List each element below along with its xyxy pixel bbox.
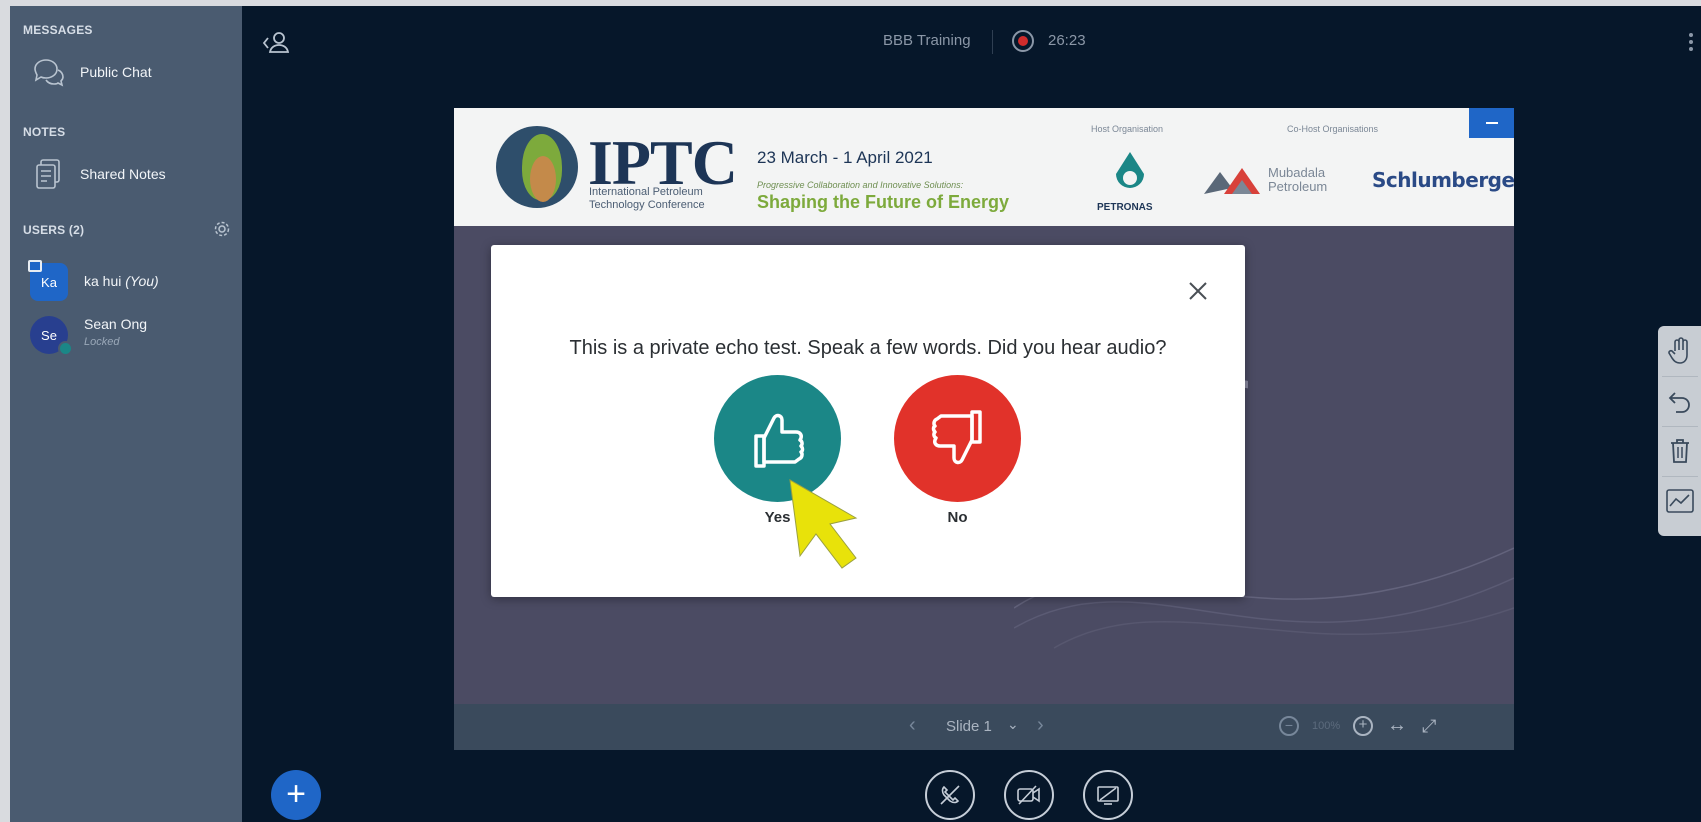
zoom-level: 100%: [1312, 720, 1341, 732]
public-chat-label: Public Chat: [80, 64, 152, 80]
toolbar-divider: [1662, 426, 1698, 427]
previous-slide-icon[interactable]: ‹: [909, 714, 916, 737]
next-slide-icon[interactable]: ›: [1037, 714, 1044, 737]
echo-yes-label: Yes: [764, 509, 791, 526]
headset-status-icon: [58, 341, 73, 356]
zoom-out-icon[interactable]: −: [1279, 716, 1299, 736]
share-webcam-button[interactable]: [1004, 770, 1054, 820]
options-menu-icon[interactable]: [1685, 30, 1697, 58]
meeting-title: BBB Training: [883, 32, 971, 49]
host-org-label: Host Organisation: [1091, 124, 1164, 134]
notes-icon: [28, 158, 68, 190]
user-status: Locked: [84, 336, 120, 348]
phone-off-icon: [940, 785, 960, 805]
chat-icon: [28, 57, 68, 87]
user-options-gear-icon[interactable]: [213, 220, 231, 238]
topbar-divider: [992, 30, 993, 54]
actions-plus-button[interactable]: +: [271, 770, 321, 820]
share-screen-button[interactable]: [1083, 770, 1133, 820]
notes-section-title: NOTES: [23, 125, 66, 139]
minus-icon: [1485, 122, 1498, 124]
iptc-logo-subtitle: International Petroleum Technology Confe…: [589, 186, 705, 211]
close-icon[interactable]: [1185, 278, 1211, 304]
multi-user-whiteboard-icon[interactable]: [1658, 478, 1701, 524]
mubadala-logo: [1204, 164, 1264, 198]
recording-indicator-icon[interactable]: [1012, 30, 1034, 52]
shared-notes-label: Shared Notes: [80, 166, 166, 182]
user-row-other[interactable]: Se Sean Ong Locked: [10, 308, 242, 360]
hand-pan-tool-icon[interactable]: [1658, 328, 1701, 374]
echo-yes-button[interactable]: [714, 375, 841, 502]
echo-test-question: This is a private echo test. Speak a few…: [569, 337, 1167, 359]
petronas-wordmark: PETRONAS: [1097, 202, 1153, 213]
minimize-presentation-button[interactable]: [1469, 108, 1514, 138]
camera-off-icon: [1017, 785, 1040, 805]
event-headline: Shaping the Future of Energy: [757, 192, 1010, 212]
event-tagline: Progressive Collaboration and Innovative…: [757, 180, 964, 190]
slide-selector[interactable]: Slide 1: [946, 718, 992, 735]
user-list-sidebar: MESSAGES Public Chat NOTES Shared Notes …: [10, 6, 242, 822]
user-name: ka hui (You): [84, 273, 159, 289]
schlumberger-wordmark: Schlumberger: [1372, 168, 1514, 192]
fit-width-icon[interactable]: ↔: [1387, 714, 1407, 737]
echo-no-button[interactable]: [894, 375, 1021, 502]
whiteboard-toolbar: [1658, 326, 1701, 536]
thumbs-up-icon: [753, 413, 804, 468]
public-chat-item[interactable]: Public Chat: [10, 52, 242, 92]
users-section-title: USERS (2): [23, 223, 85, 237]
iptc-flame-logo: [496, 126, 578, 208]
trash-icon[interactable]: [1658, 428, 1701, 474]
fullscreen-icon[interactable]: ⤢: [1422, 716, 1436, 737]
toggle-userlist-icon[interactable]: [260, 30, 290, 56]
echo-test-modal: This is a private echo test. Speak a few…: [491, 245, 1245, 597]
join-audio-button[interactable]: [925, 770, 975, 820]
recording-time: 26:23: [1048, 32, 1086, 49]
undo-icon[interactable]: [1658, 378, 1701, 424]
petronas-logo: [1111, 148, 1149, 196]
chevron-down-icon[interactable]: ⌄: [1007, 716, 1019, 733]
toolbar-divider: [1662, 476, 1698, 477]
moderator-badge-icon: [28, 260, 42, 272]
echo-no-label: No: [947, 509, 968, 526]
user-row-self[interactable]: Ka ka hui (You): [10, 256, 242, 308]
presentation-toolbar: ‹ Slide 1 ⌄ › − 100% + ↔ ⤢: [454, 704, 1514, 750]
mubadala-wordmark: Mubadala Petroleum: [1268, 165, 1328, 194]
messages-section-title: MESSAGES: [23, 23, 93, 37]
user-name: Sean Ong: [84, 316, 148, 332]
cohost-org-label: Co-Host Organisations: [1287, 124, 1379, 134]
toolbar-divider: [1662, 376, 1698, 377]
zoom-in-icon[interactable]: +: [1353, 716, 1373, 736]
slide-header-banner: IPTC International Petroleum Technology …: [454, 108, 1514, 226]
thumbs-down-icon: [931, 409, 982, 464]
event-date: 23 March - 1 April 2021: [757, 148, 933, 167]
shared-notes-item[interactable]: Shared Notes: [10, 154, 242, 194]
you-suffix: (You): [125, 273, 159, 289]
screen-share-off-icon: [1097, 786, 1119, 805]
